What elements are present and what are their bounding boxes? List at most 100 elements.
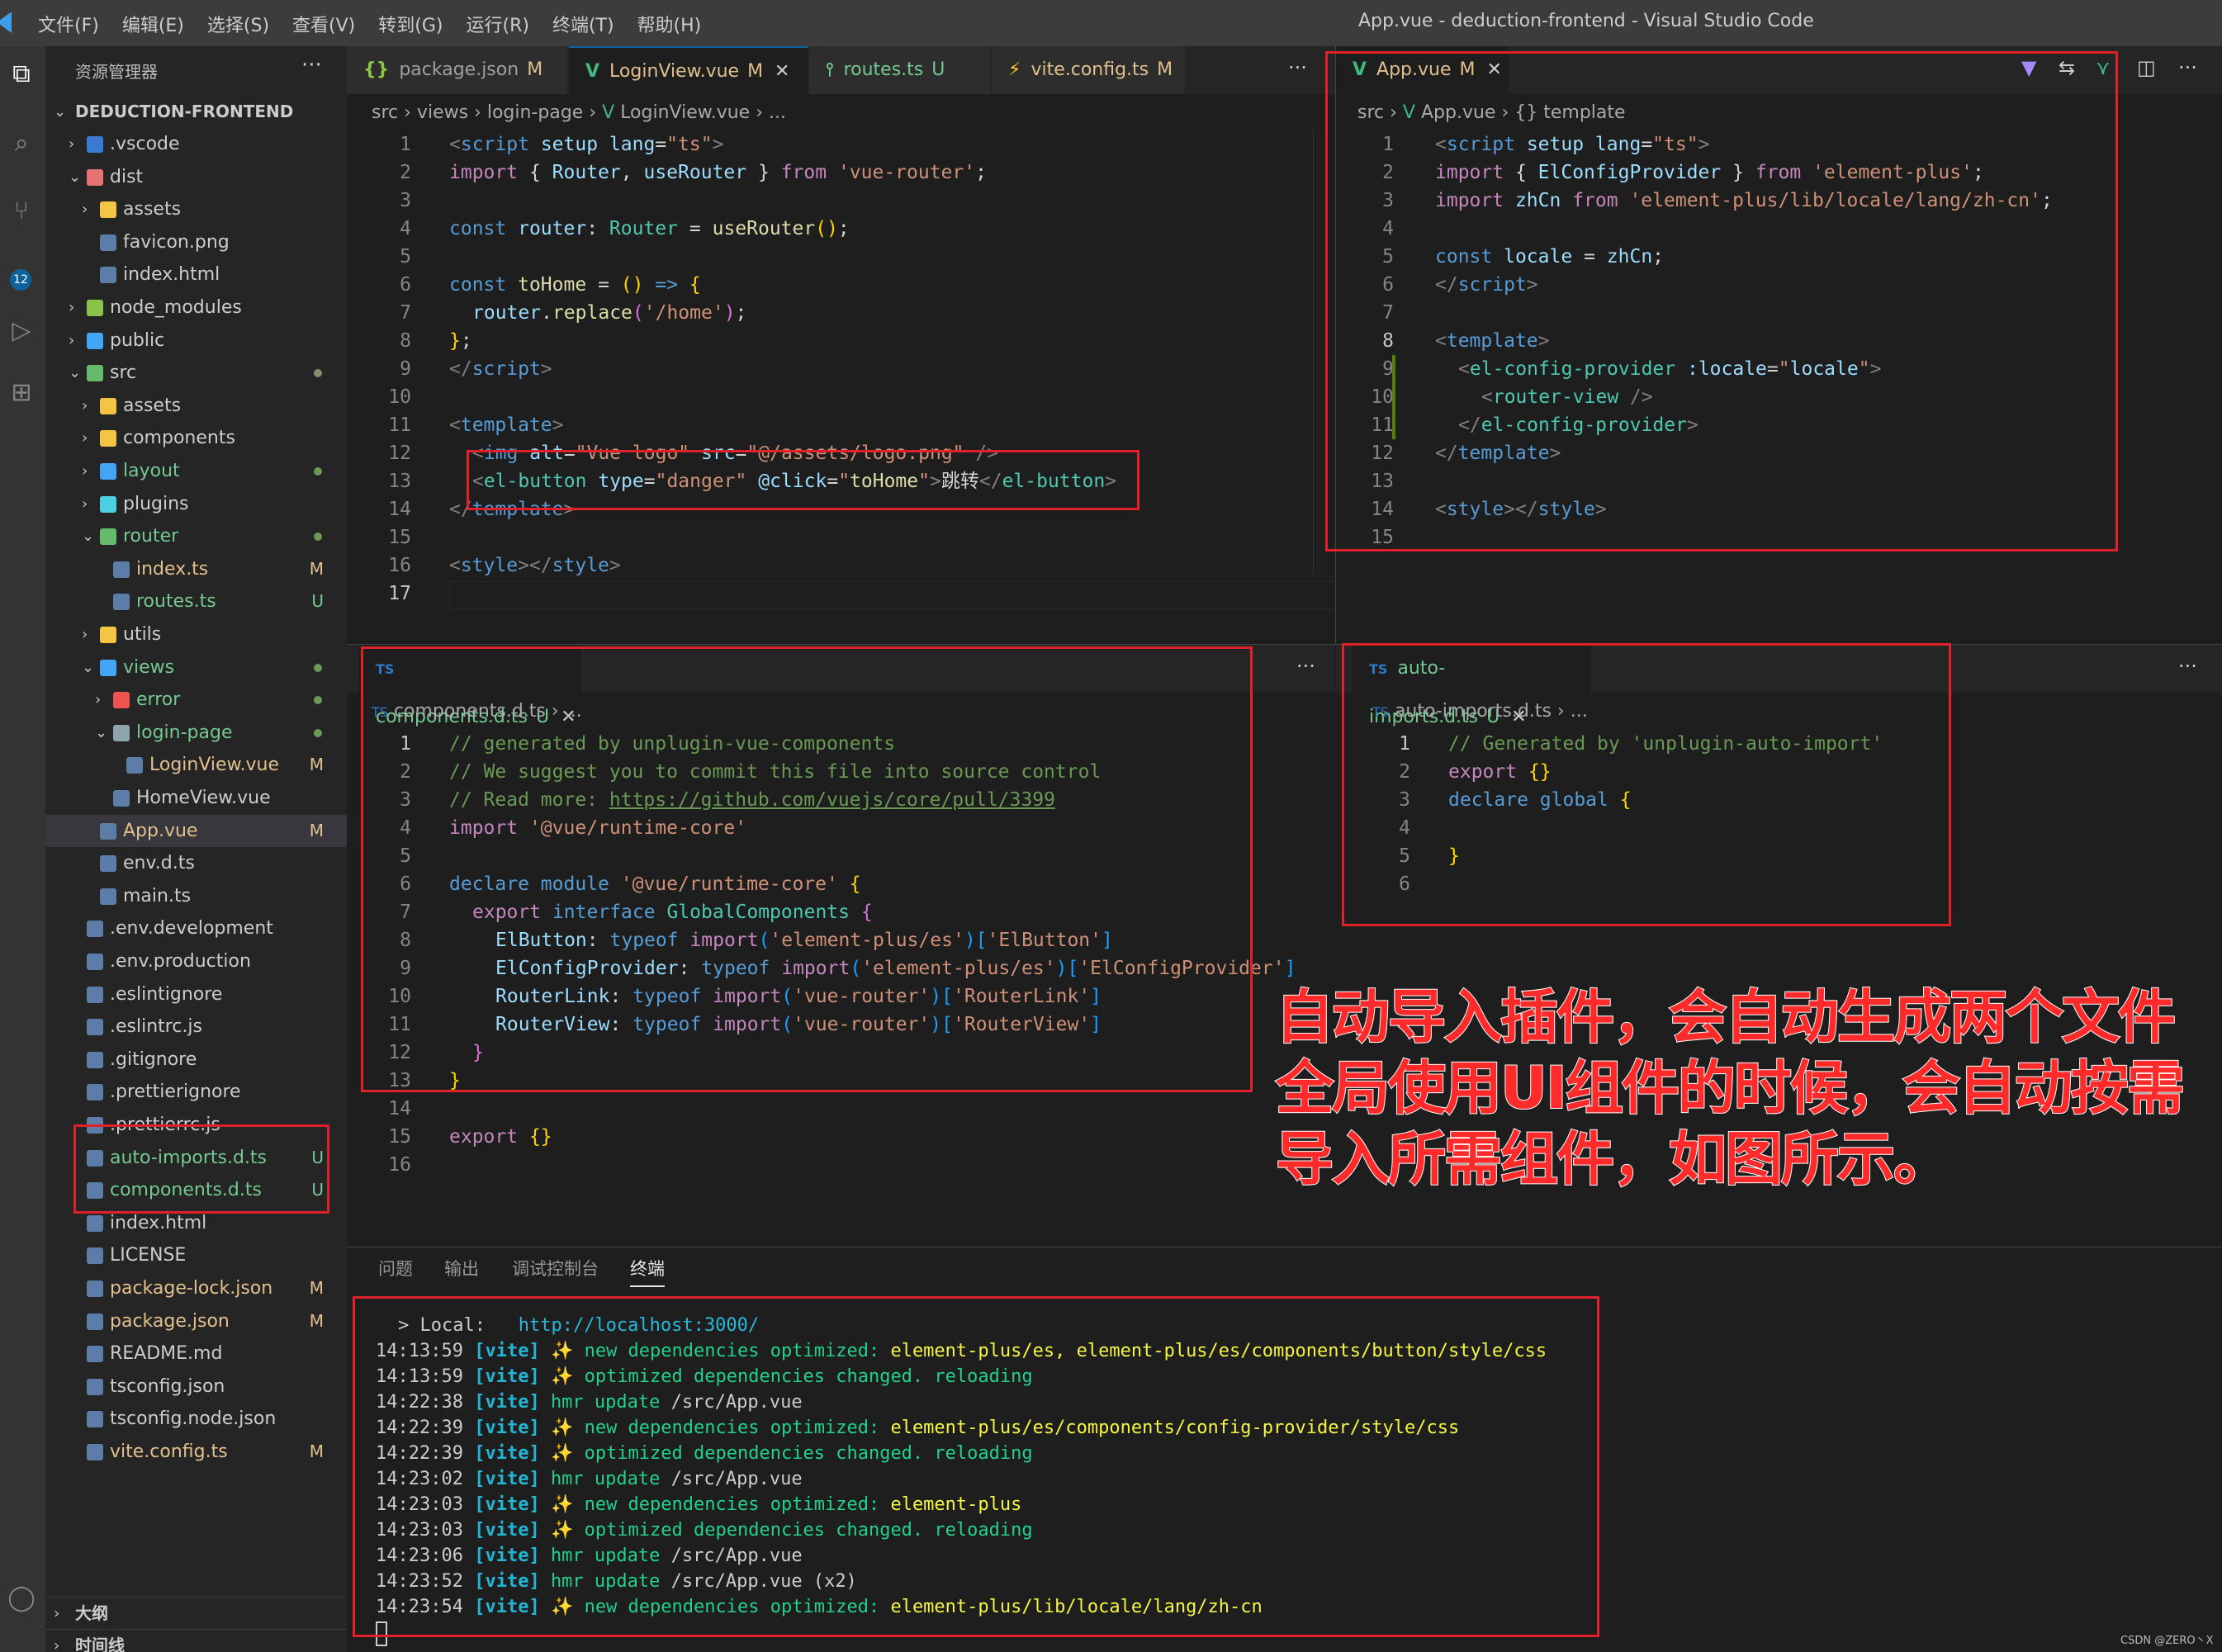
- file-tree-item[interactable]: ⌄ src: [45, 357, 347, 389]
- explorer-sidebar: 资源管理器 ··· ⌄ DEDUCTION-FRONTEND › .vscode ⌄…: [45, 46, 347, 1652]
- menu-run[interactable]: 运行(R): [466, 11, 528, 37]
- file-tree-item[interactable]: .gitignore: [45, 1044, 347, 1076]
- line-number: 5: [400, 246, 411, 267]
- file-tree-item[interactable]: index.html: [45, 258, 347, 291]
- file-tree-item[interactable]: ⌄ dist: [45, 161, 347, 193]
- editor-more-button[interactable]: ···: [2178, 655, 2197, 678]
- file-tree-item[interactable]: env.d.ts: [45, 847, 347, 879]
- highlight-auto-imports: [1342, 643, 1951, 926]
- editor-more-button[interactable]: ···: [1288, 56, 1307, 79]
- tab-terminal[interactable]: 终端: [630, 1256, 665, 1287]
- file-tree-item[interactable]: › assets: [45, 390, 347, 422]
- file-tree-item[interactable]: tsconfig.json: [45, 1370, 347, 1403]
- menu-help[interactable]: 帮助(H): [637, 11, 702, 37]
- tab-package-json[interactable]: {} package.json M: [347, 46, 568, 94]
- source-control-icon[interactable]: ⑂: [5, 195, 38, 228]
- extensions-icon[interactable]: ⊞: [5, 376, 38, 409]
- file-tree-item[interactable]: .eslintignore: [45, 978, 347, 1011]
- tab-debug-console[interactable]: 调试控制台: [512, 1256, 599, 1280]
- file-icon: [87, 1378, 103, 1395]
- file-tree-item[interactable]: › components: [45, 422, 347, 454]
- file-tree-item[interactable]: HomeView.vue: [45, 782, 347, 814]
- tab-vite-config[interactable]: ⚡ vite.config.ts M: [992, 46, 1186, 94]
- file-tree-item[interactable]: LoginView.vue M: [45, 749, 347, 781]
- file-tree-item[interactable]: favicon.png: [45, 226, 347, 258]
- menu-bar: 文件(F) 编辑(E) 选择(S) 查看(V) 转到(G) 运行(R) 终端(T…: [38, 11, 701, 37]
- file-tree-label: assets: [123, 395, 182, 416]
- file-tree-item[interactable]: ⌄ login-page: [45, 717, 347, 749]
- file-tree-label: plugins: [123, 493, 189, 514]
- chevron-right-icon: ›: [95, 691, 102, 709]
- tab-problems[interactable]: 问题: [378, 1256, 413, 1280]
- file-tree-item[interactable]: routes.ts U: [45, 585, 347, 618]
- scrollbar[interactable]: [1313, 129, 1324, 575]
- explorer-header: 资源管理器: [75, 62, 158, 82]
- file-tree-label: src: [110, 362, 137, 384]
- file-tree-item[interactable]: .env.production: [45, 945, 347, 977]
- editor-more-button[interactable]: ···: [1296, 655, 1315, 678]
- menu-file[interactable]: 文件(F): [38, 11, 99, 37]
- file-tree-label: .env.development: [110, 918, 273, 940]
- file-tree-label: tsconfig.node.json: [110, 1408, 277, 1430]
- file-tree-item[interactable]: main.ts: [45, 880, 347, 912]
- menu-view[interactable]: 查看(V): [292, 11, 355, 37]
- chevron-right-icon: ›: [82, 462, 88, 480]
- menu-go[interactable]: 转到(G): [378, 11, 443, 37]
- menu-selection[interactable]: 选择(S): [207, 11, 269, 37]
- file-tree-item[interactable]: › assets: [45, 193, 347, 225]
- file-tree-item[interactable]: .prettierignore: [45, 1076, 347, 1108]
- file-tree-item[interactable]: › .vscode: [45, 128, 347, 160]
- file-icon: [100, 822, 116, 840]
- run-debug-icon[interactable]: ▷: [5, 315, 38, 348]
- file-tree-item[interactable]: .eslintrc.js: [45, 1011, 347, 1043]
- title-bar: 文件(F) 编辑(E) 选择(S) 查看(V) 转到(G) 运行(R) 终端(T…: [0, 0, 2222, 46]
- close-icon[interactable]: ✕: [775, 61, 789, 82]
- line-number: 3: [400, 190, 411, 211]
- menu-terminal[interactable]: 终端(T): [552, 11, 614, 37]
- file-tree-item[interactable]: tsconfig.node.json: [45, 1403, 347, 1435]
- file-icon: [87, 1084, 103, 1101]
- file-tree-item[interactable]: App.vue M: [45, 814, 347, 847]
- file-icon: [100, 430, 116, 447]
- highlight-app-vue: [1325, 51, 2118, 551]
- editor-more-button[interactable]: ···: [2178, 56, 2197, 79]
- git-status-badge: M: [309, 1278, 324, 1298]
- outline-section[interactable]: › 大纲: [45, 1597, 347, 1629]
- window-title: App.vue - deduction-frontend - Visual St…: [1358, 11, 1814, 31]
- current-line-highlight: [449, 581, 1341, 609]
- account-icon[interactable]: ◯: [5, 1582, 38, 1615]
- tab-loginview[interactable]: V LoginView.vue M ✕: [569, 46, 808, 94]
- file-tree-item[interactable]: .env.development: [45, 912, 347, 944]
- file-tree-item[interactable]: › layout: [45, 455, 347, 487]
- file-tree-item[interactable]: › plugins: [45, 488, 347, 520]
- search-icon[interactable]: ⌕: [5, 127, 38, 160]
- line-number: 17: [388, 583, 411, 604]
- menu-edit[interactable]: 编辑(E): [122, 11, 184, 37]
- file-tree-item[interactable]: index.ts M: [45, 553, 347, 585]
- file-tree-item[interactable]: ⌄ views: [45, 651, 347, 684]
- project-root[interactable]: ⌄ DEDUCTION-FRONTEND: [45, 96, 347, 128]
- file-tree-item[interactable]: package.json M: [45, 1305, 347, 1337]
- file-icon: [87, 1214, 103, 1232]
- file-tree-item[interactable]: README.md: [45, 1337, 347, 1370]
- chevron-right-icon: ›: [54, 1605, 60, 1622]
- file-tree-item[interactable]: vite.config.ts M: [45, 1436, 347, 1468]
- timeline-section[interactable]: › 时间线: [45, 1629, 347, 1652]
- tab-output[interactable]: 输出: [444, 1256, 479, 1280]
- code-line: router.replace('/home');: [472, 302, 747, 324]
- git-status-dot: [314, 728, 322, 737]
- explorer-more-button[interactable]: ···: [301, 53, 322, 78]
- file-icon: [87, 921, 103, 938]
- file-tree-item[interactable]: › error: [45, 684, 347, 716]
- split-editor-icon[interactable]: ◫: [2137, 56, 2156, 79]
- file-tree-item[interactable]: ⌄ router: [45, 520, 347, 552]
- file-tree-item[interactable]: › node_modules: [45, 291, 347, 324]
- breadcrumb: src › views › login-page › V LoginView.v…: [372, 102, 786, 123]
- explorer-icon[interactable]: ⧉: [5, 58, 38, 91]
- file-tree-item[interactable]: › utils: [45, 618, 347, 651]
- chevron-right-icon: ›: [82, 396, 88, 414]
- file-tree-item[interactable]: package-lock.json M: [45, 1272, 347, 1304]
- file-tree-item[interactable]: LICENSE: [45, 1239, 347, 1271]
- tab-routes-ts[interactable]: ⫯ routes.ts U: [809, 46, 991, 94]
- file-tree-item[interactable]: › public: [45, 324, 347, 357]
